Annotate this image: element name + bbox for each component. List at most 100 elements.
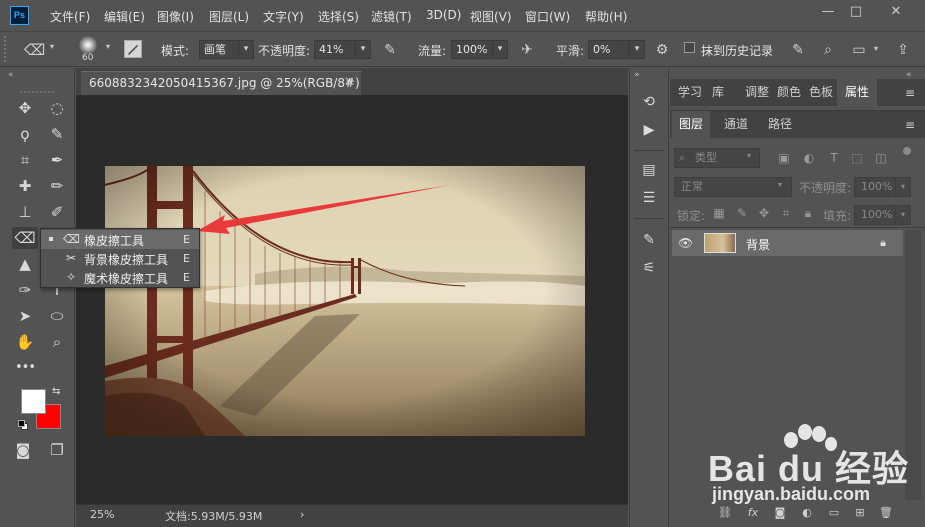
- photoshop-logo-icon[interactable]: Ps: [10, 6, 29, 25]
- menu-select[interactable]: 选择(S): [318, 8, 359, 25]
- menu-3d[interactable]: 3D(D): [426, 8, 461, 22]
- edit-toolbar-icon[interactable]: •••: [14, 357, 36, 379]
- menu-window[interactable]: 窗口(W): [525, 8, 570, 25]
- share-icon[interactable]: ⇪: [893, 40, 913, 60]
- lock-all-icon[interactable]: 🔒︎: [800, 205, 816, 221]
- eyedropper-tool-icon[interactable]: ✒: [46, 149, 68, 171]
- menu-type[interactable]: 文字(Y): [263, 8, 304, 25]
- flyout-item-eraser[interactable]: ⌫ 橡皮擦工具 E: [41, 230, 199, 249]
- menu-image[interactable]: 图像(I): [157, 8, 194, 25]
- layer-opacity-input[interactable]: 100%: [854, 177, 896, 197]
- new-adjustment-icon[interactable]: ◐: [799, 505, 815, 521]
- filter-pixel-icon[interactable]: ▣: [776, 150, 792, 166]
- path-select-tool-icon[interactable]: ➤: [14, 305, 36, 327]
- eraser-tool-icon[interactable]: ⌫: [12, 227, 38, 249]
- tab-layers[interactable]: 图层: [672, 111, 710, 138]
- flow-input[interactable]: 100%: [451, 40, 493, 59]
- tab-learn[interactable]: 学习: [676, 79, 704, 106]
- menu-edit[interactable]: 编辑(E): [104, 8, 145, 25]
- fx-icon[interactable]: fx: [745, 505, 761, 521]
- airbrush-icon[interactable]: ✈: [517, 40, 537, 60]
- chevron-down-icon[interactable]: ▾: [50, 42, 54, 51]
- brush-chevron-icon[interactable]: ▾: [106, 42, 110, 51]
- new-layer-icon[interactable]: ⊞: [852, 505, 868, 521]
- flyout-item-background-eraser[interactable]: ✂ 背景橡皮擦工具 E: [41, 249, 199, 268]
- fill-input[interactable]: 100%: [854, 205, 896, 225]
- history-brush-tool-icon[interactable]: ✐: [46, 201, 68, 223]
- document-tab[interactable]: 6608832342050415367.jpg @ 25%(RGB/8#): [81, 71, 361, 95]
- new-group-icon[interactable]: ▭: [826, 505, 842, 521]
- gradient-tool-icon[interactable]: ▲: [14, 253, 36, 275]
- status-menu-arrow-icon[interactable]: ›: [300, 508, 304, 521]
- layers-panel-menu-icon[interactable]: ≡: [903, 119, 917, 131]
- crop-tool-icon[interactable]: ⌗: [14, 149, 36, 171]
- collapse-dock-icon[interactable]: »: [634, 70, 640, 80]
- filter-type-icon[interactable]: T: [826, 150, 842, 166]
- tab-channels[interactable]: 通道: [718, 111, 754, 138]
- tab-libraries[interactable]: 库: [706, 79, 730, 106]
- tab-properties[interactable]: 属性: [837, 79, 877, 106]
- workspace-chevron-icon[interactable]: ▾: [874, 44, 878, 53]
- lock-image-icon[interactable]: ✎: [734, 205, 750, 221]
- opacity-dropdown-icon[interactable]: ▾: [355, 40, 371, 59]
- panel-menu-icon[interactable]: ≡: [903, 87, 917, 99]
- flow-dropdown-icon[interactable]: ▾: [492, 40, 508, 59]
- search-icon[interactable]: ⌕: [818, 40, 838, 60]
- close-tab-icon[interactable]: ×: [342, 74, 356, 88]
- collapse-toolbar-icon[interactable]: «: [8, 70, 14, 80]
- brushes-panel-icon[interactable]: ⚟: [639, 258, 659, 278]
- filter-shape-icon[interactable]: ⬚: [849, 150, 865, 166]
- swap-colors-icon[interactable]: ⇆: [52, 386, 60, 397]
- layer-lock-icon[interactable]: 🔒︎: [877, 236, 889, 250]
- erase-history-checkbox[interactable]: [684, 42, 695, 53]
- brush-tool-icon[interactable]: ✏: [46, 175, 68, 197]
- maximize-button[interactable]: □: [843, 3, 869, 21]
- pressure-opacity-icon[interactable]: ✎: [380, 40, 400, 60]
- smoothing-dropdown-icon[interactable]: ▾: [629, 40, 645, 59]
- clone-stamp-tool-icon[interactable]: ⊥: [14, 201, 36, 223]
- filter-toggle[interactable]: [903, 147, 911, 155]
- menu-view[interactable]: 视图(V): [470, 8, 512, 25]
- lock-transparent-icon[interactable]: ▦: [711, 205, 727, 221]
- tab-color[interactable]: 颜色: [774, 79, 804, 106]
- eraser-preset-icon[interactable]: ⌫: [24, 40, 45, 60]
- layer-opacity-dropdown-icon[interactable]: ▾: [895, 177, 911, 197]
- foreground-color-swatch[interactable]: [21, 389, 46, 414]
- brush-settings-icon[interactable]: [124, 40, 142, 58]
- workspace-icon[interactable]: ▭: [849, 40, 869, 60]
- menu-filter[interactable]: 滤镜(T): [371, 8, 412, 25]
- minimize-button[interactable]: —: [815, 3, 841, 21]
- brush-preview-icon[interactable]: [79, 36, 97, 54]
- lock-artboard-icon[interactable]: ⌗: [778, 205, 794, 221]
- options-grip[interactable]: [4, 36, 8, 62]
- hand-tool-icon[interactable]: ✋: [14, 331, 36, 353]
- menu-file[interactable]: 文件(F): [50, 8, 90, 25]
- visibility-eye-icon[interactable]: 👁︎: [678, 236, 693, 250]
- smoothing-gear-icon[interactable]: ⚙: [652, 40, 672, 60]
- filter-adjustment-icon[interactable]: ◐: [801, 150, 817, 166]
- zoom-tool-icon[interactable]: ⌕: [46, 331, 68, 353]
- fill-dropdown-icon[interactable]: ▾: [895, 205, 911, 225]
- toolbar-grip[interactable]: [20, 91, 54, 93]
- tab-swatches[interactable]: 色板: [806, 79, 836, 106]
- close-window-button[interactable]: ✕: [883, 3, 909, 21]
- default-colors-icon[interactable]: [18, 420, 28, 430]
- quick-select-tool-icon[interactable]: ✎: [46, 123, 68, 145]
- layer-thumbnail[interactable]: [704, 233, 736, 253]
- lock-position-icon[interactable]: ✥: [756, 205, 772, 221]
- history-panel-icon[interactable]: ⟲: [639, 92, 659, 112]
- menu-help[interactable]: 帮助(H): [585, 8, 627, 25]
- tab-adjustments[interactable]: 调整: [741, 79, 773, 106]
- screen-mode-icon[interactable]: ❐: [46, 439, 68, 461]
- flyout-item-magic-eraser[interactable]: ✧ 魔术橡皮擦工具 E: [41, 268, 199, 287]
- lasso-tool-icon[interactable]: ϙ: [14, 123, 36, 145]
- delete-layer-icon[interactable]: 🗑︎: [878, 505, 894, 521]
- ellipse-tool-icon[interactable]: ⬭: [46, 305, 68, 327]
- zoom-level[interactable]: 25%: [90, 508, 114, 521]
- opacity-input[interactable]: 41%: [314, 40, 356, 59]
- healing-brush-tool-icon[interactable]: ✚: [14, 175, 36, 197]
- glyphs-panel-icon[interactable]: ▤: [639, 160, 659, 180]
- marquee-tool-icon[interactable]: ◌: [46, 97, 68, 119]
- pen-tool-icon[interactable]: ✑: [14, 279, 36, 301]
- add-mask-icon[interactable]: ◙: [772, 505, 788, 521]
